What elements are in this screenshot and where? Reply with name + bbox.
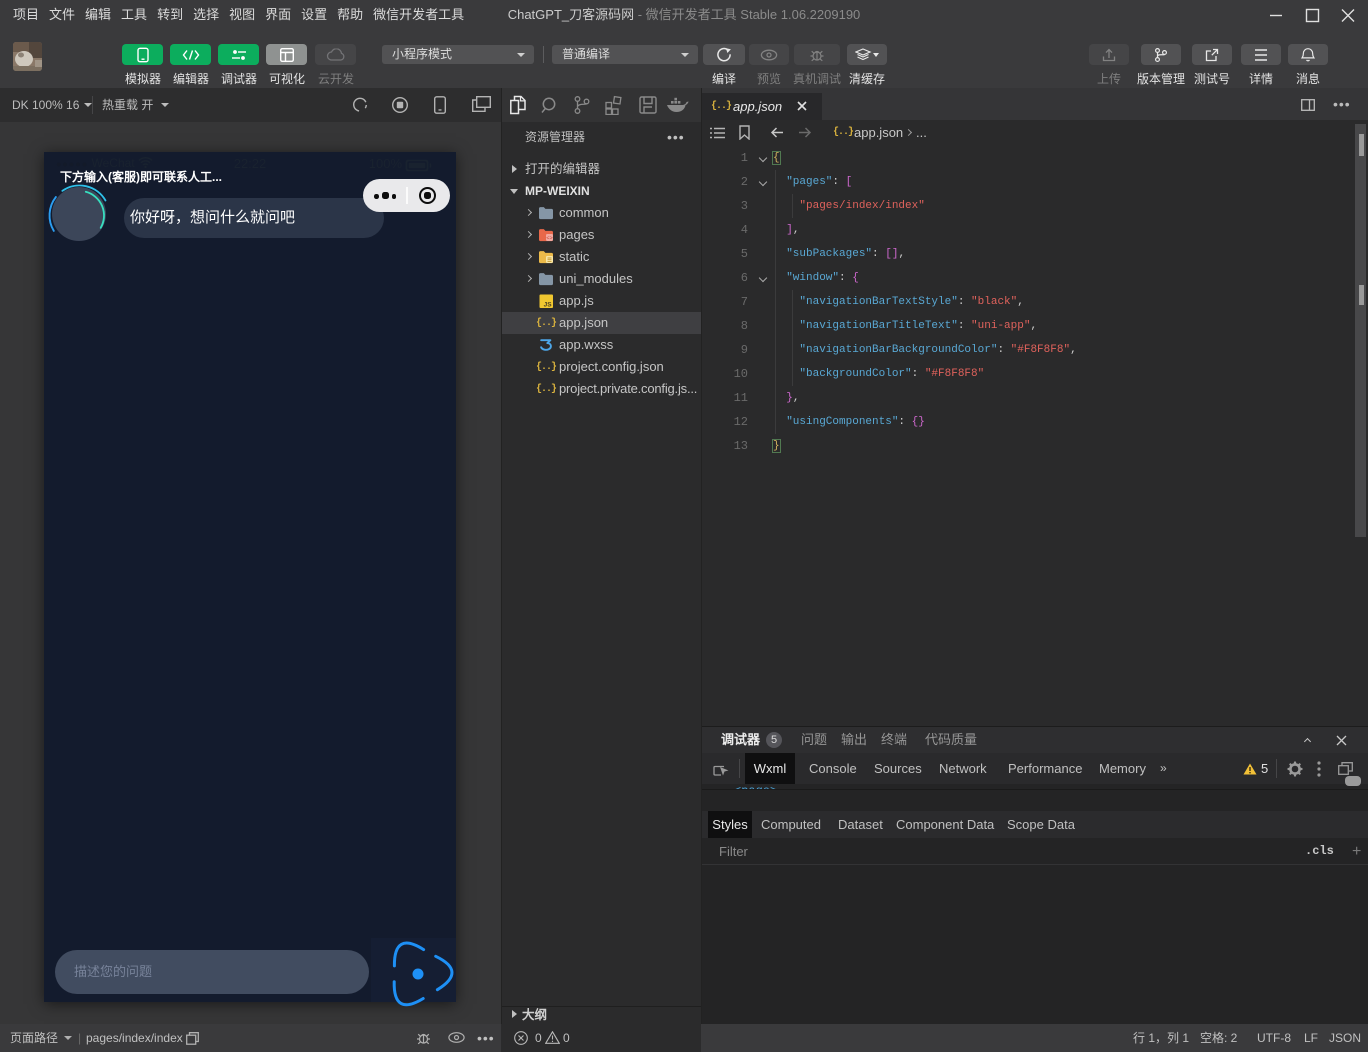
svg-text:JS: JS	[544, 302, 553, 308]
svg-text:<>: <>	[546, 235, 553, 242]
